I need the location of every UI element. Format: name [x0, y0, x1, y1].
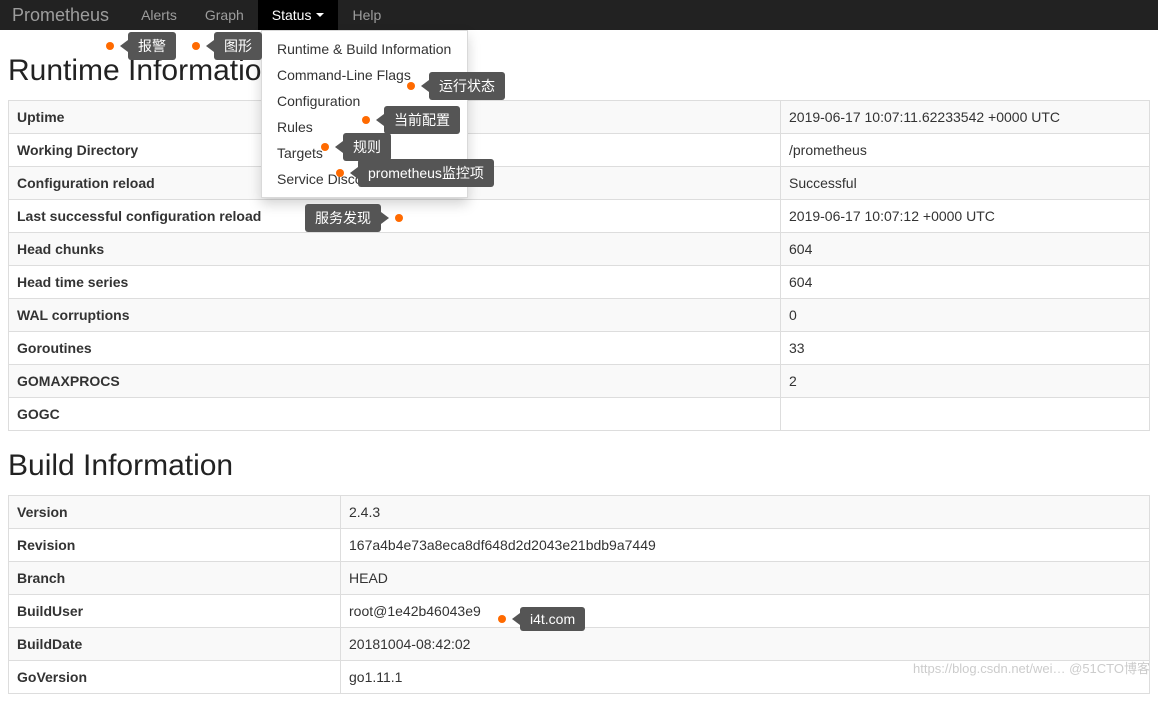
- row-label: Last successful configuration reload: [9, 200, 781, 233]
- table-row: Configuration reloadSuccessful: [9, 167, 1150, 200]
- row-label: BuildUser: [9, 595, 341, 628]
- row-label: Head chunks: [9, 233, 781, 266]
- dropdown-rules[interactable]: Rules: [262, 114, 467, 140]
- row-label: Goroutines: [9, 332, 781, 365]
- table-row: Revision167a4b4e73a8eca8df648d2d2043e21b…: [9, 529, 1150, 562]
- navbar: Prometheus Alerts Graph Status Help: [0, 0, 1158, 30]
- row-label: Head time series: [9, 266, 781, 299]
- caret-down-icon: [316, 13, 324, 17]
- row-value: [781, 398, 1150, 431]
- nav-alerts[interactable]: Alerts: [127, 0, 191, 30]
- row-value: /prometheus: [781, 134, 1150, 167]
- row-label: Revision: [9, 529, 341, 562]
- row-value: HEAD: [341, 562, 1150, 595]
- row-value: 2019-06-17 10:07:11.62233542 +0000 UTC: [781, 101, 1150, 134]
- table-row: Head time series604: [9, 266, 1150, 299]
- dropdown-runtime-build[interactable]: Runtime & Build Information: [262, 36, 467, 62]
- row-value: 2.4.3: [341, 496, 1150, 529]
- row-label: GOMAXPROCS: [9, 365, 781, 398]
- row-value: 2: [781, 365, 1150, 398]
- table-row: GOMAXPROCS2: [9, 365, 1150, 398]
- row-label: GOGC: [9, 398, 781, 431]
- table-row: BranchHEAD: [9, 562, 1150, 595]
- table-row: Working Directory/prometheus: [9, 134, 1150, 167]
- row-value: 20181004-08:42:02: [341, 628, 1150, 661]
- dropdown-config[interactable]: Configuration: [262, 88, 467, 114]
- dropdown-cmdline[interactable]: Command-Line Flags: [262, 62, 467, 88]
- nav-status-label: Status: [272, 7, 312, 23]
- dropdown-targets[interactable]: Targets: [262, 140, 467, 166]
- row-value: 167a4b4e73a8eca8df648d2d2043e21bdb9a7449: [341, 529, 1150, 562]
- table-row: BuildDate20181004-08:42:02: [9, 628, 1150, 661]
- row-value: 604: [781, 266, 1150, 299]
- row-value: root@1e42b46043e9: [341, 595, 1150, 628]
- table-row: GOGC: [9, 398, 1150, 431]
- row-value: 2019-06-17 10:07:12 +0000 UTC: [781, 200, 1150, 233]
- table-row: BuildUserroot@1e42b46043e9: [9, 595, 1150, 628]
- content: Runtime Information Uptime2019-06-17 10:…: [0, 30, 1158, 722]
- row-label: WAL corruptions: [9, 299, 781, 332]
- table-row: Uptime2019-06-17 10:07:11.62233542 +0000…: [9, 101, 1150, 134]
- runtime-info-table: Uptime2019-06-17 10:07:11.62233542 +0000…: [8, 100, 1150, 431]
- row-label: Version: [9, 496, 341, 529]
- table-row: Version2.4.3: [9, 496, 1150, 529]
- table-row: WAL corruptions0: [9, 299, 1150, 332]
- dropdown-service-discovery[interactable]: Service Discovery: [262, 166, 467, 192]
- brand[interactable]: Prometheus: [12, 5, 109, 26]
- row-label: Branch: [9, 562, 341, 595]
- row-value: Successful: [781, 167, 1150, 200]
- row-value: 0: [781, 299, 1150, 332]
- row-label: GoVersion: [9, 661, 341, 694]
- row-value: 604: [781, 233, 1150, 266]
- nav-graph[interactable]: Graph: [191, 0, 258, 30]
- nav-status[interactable]: Status: [258, 0, 339, 30]
- table-row: Goroutines33: [9, 332, 1150, 365]
- heading-runtime: Runtime Information: [8, 54, 1150, 88]
- heading-build: Build Information: [8, 449, 1150, 483]
- status-dropdown: Runtime & Build Information Command-Line…: [261, 30, 468, 198]
- row-label: BuildDate: [9, 628, 341, 661]
- table-row: Last successful configuration reload2019…: [9, 200, 1150, 233]
- row-value: 33: [781, 332, 1150, 365]
- watermark: https://blog.csdn.net/wei… @51CTO博客: [913, 658, 1150, 677]
- table-row: Head chunks604: [9, 233, 1150, 266]
- nav-help[interactable]: Help: [338, 0, 395, 30]
